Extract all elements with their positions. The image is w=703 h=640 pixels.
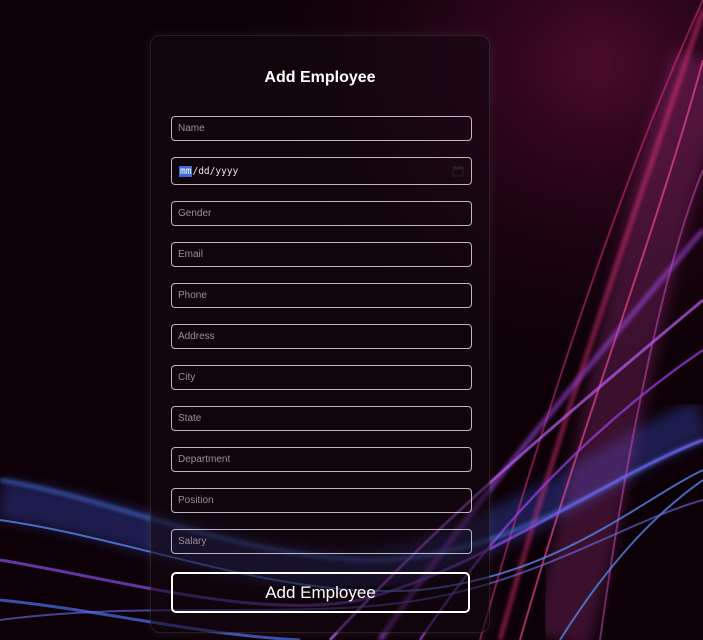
email-field[interactable] (171, 242, 472, 267)
address-field[interactable] (171, 324, 472, 349)
salary-field[interactable] (171, 529, 472, 554)
name-field[interactable] (171, 116, 472, 141)
add-employee-button[interactable]: Add Employee (171, 572, 470, 613)
gender-field[interactable] (171, 201, 472, 226)
add-employee-form: Add Employee mm/dd/yyyy Add Employee (150, 35, 490, 633)
phone-field[interactable] (171, 283, 472, 308)
city-field[interactable] (171, 365, 472, 390)
state-field[interactable] (171, 406, 472, 431)
calendar-icon[interactable] (452, 165, 464, 177)
position-field[interactable] (171, 488, 472, 513)
date-field[interactable]: mm/dd/yyyy (171, 157, 472, 185)
department-field[interactable] (171, 447, 472, 472)
date-value: mm/dd/yyyy (179, 165, 239, 177)
form-title: Add Employee (264, 69, 376, 86)
